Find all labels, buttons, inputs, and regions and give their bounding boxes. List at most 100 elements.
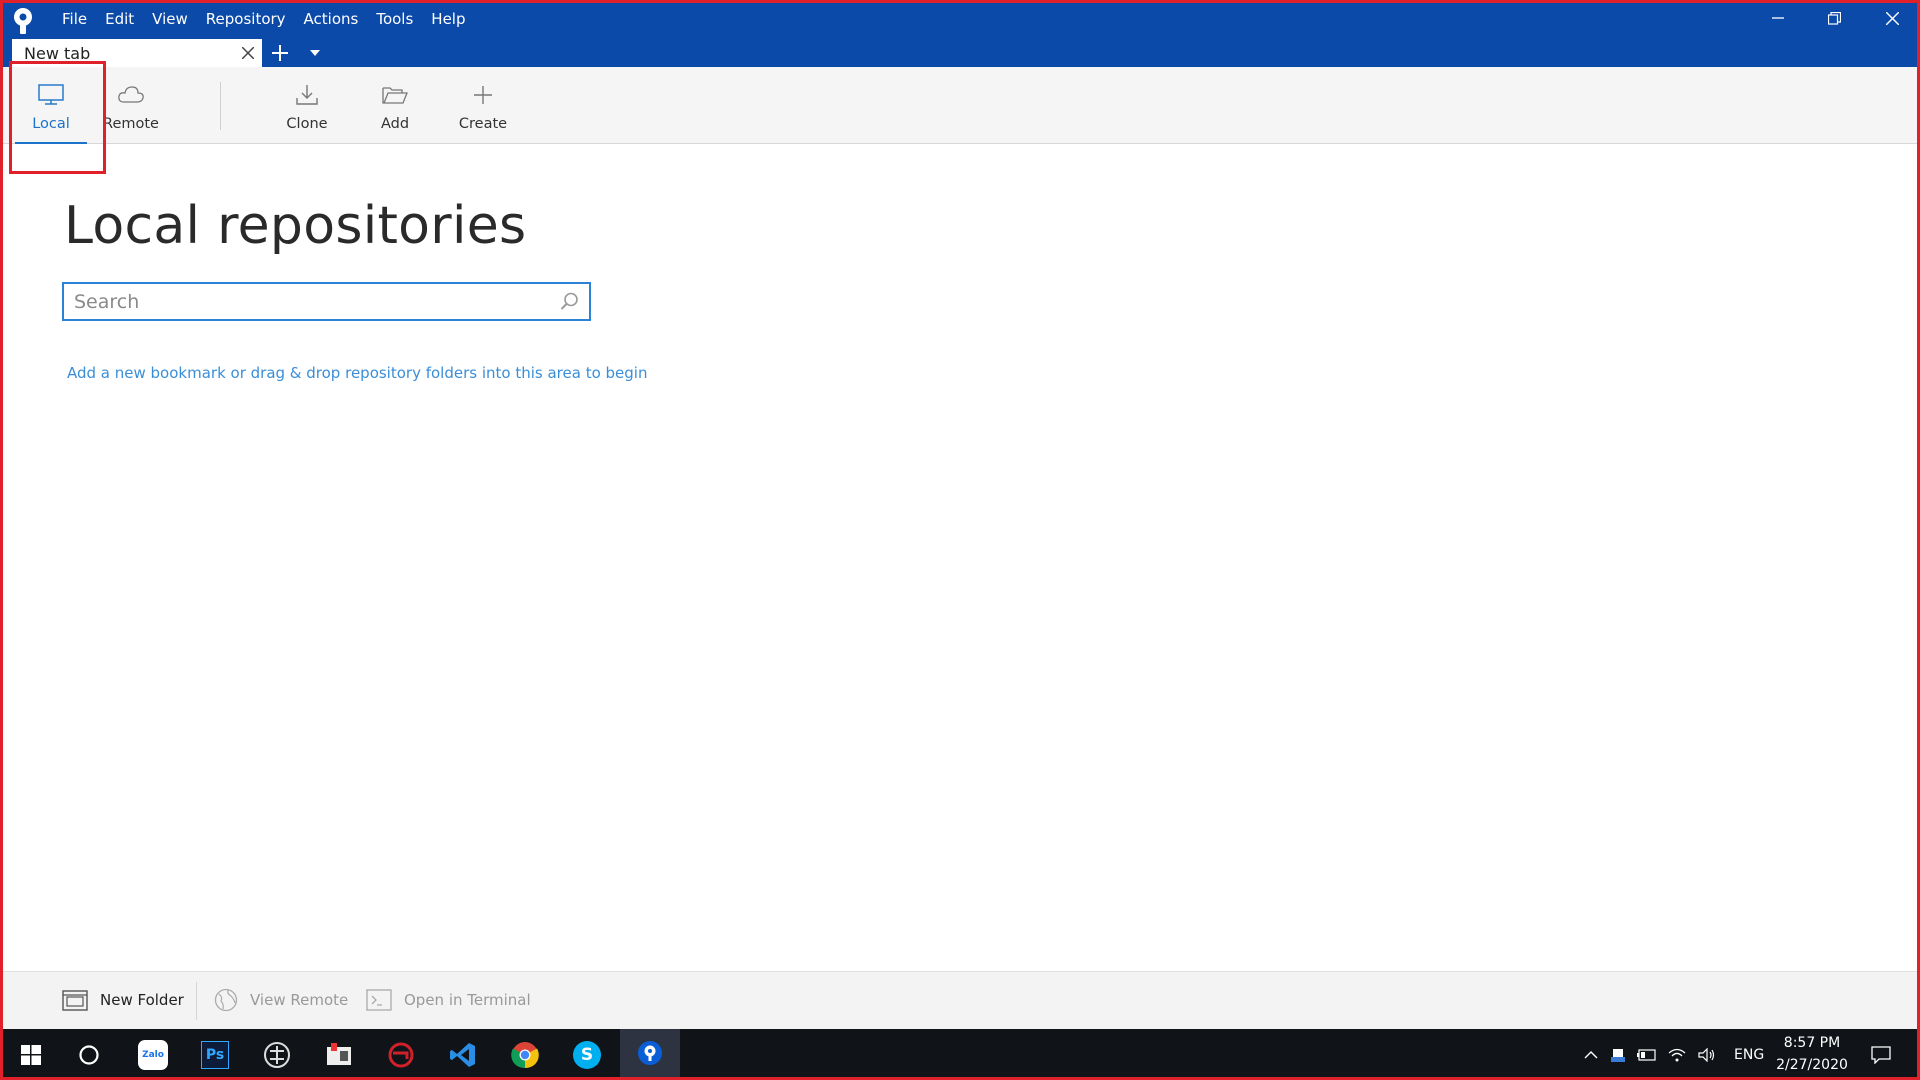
search-icon [560,292,578,310]
language-indicator[interactable]: ENG [1734,1047,1764,1063]
menu-help[interactable]: Help [422,8,474,30]
taskbar-sourcetree[interactable] [620,1029,680,1080]
tray-app-button[interactable] [1604,1047,1632,1063]
page-title: Local repositories [64,196,527,256]
chevron-up-icon [1584,1051,1598,1059]
minimize-button[interactable] [1758,6,1798,30]
close-window-button[interactable] [1872,6,1912,30]
menu-view[interactable]: View [143,8,197,30]
new-folder-label: New Folder [100,991,184,1009]
app-icon [264,1041,290,1068]
wifi-icon [1668,1048,1686,1061]
search-box[interactable] [62,282,591,321]
toolbar-divider [220,82,221,130]
cortana-search-icon [79,1044,99,1065]
remote-tab-button[interactable]: Remote [97,67,165,144]
local-tab-button[interactable]: Local [15,67,87,144]
clock-date: 2/27/2020 [1776,1057,1848,1073]
taskbar-skype[interactable]: S [558,1029,616,1080]
plus-icon [474,86,492,104]
search-input[interactable] [74,284,544,319]
cloud-icon [118,86,144,103]
photoshop-icon-text: Ps [205,1046,225,1063]
close-icon [1885,11,1899,25]
sourcetree-icon [638,1041,662,1065]
create-label: Create [458,116,508,132]
restore-icon [1827,11,1841,25]
vscode-icon [450,1042,475,1067]
menu-tools[interactable]: Tools [367,8,422,30]
taskbar-app-1[interactable] [248,1029,306,1080]
sourcetree-logo-icon [14,8,32,34]
clone-label: Clone [286,116,328,132]
menu-repository[interactable]: Repository [197,8,295,30]
battery-icon [1637,1048,1656,1061]
download-icon [296,85,318,105]
action-center-button[interactable] [1853,1029,1909,1080]
tab-new-tab[interactable]: New tab [12,39,262,67]
close-icon [242,47,254,59]
cortana-search-button[interactable] [60,1029,118,1080]
taskbar-chrome[interactable] [496,1029,554,1080]
add-label: Add [380,116,410,132]
title-bar: File Edit View Repository Actions Tools … [0,0,1920,67]
chrome-icon [511,1041,539,1068]
tray-app-icon [1611,1048,1625,1062]
plus-icon [272,45,288,61]
globe-icon [214,988,238,1012]
system-tray: ENG [1578,1029,1764,1080]
tab-menu-button[interactable] [305,45,325,61]
new-folder-icon [62,990,88,1011]
create-button[interactable]: Create [448,67,518,144]
screenshot-border [0,0,1920,1080]
menu-bar: File Edit View Repository Actions Tools … [53,8,475,30]
restore-button[interactable] [1814,6,1854,30]
remote-label: Remote [103,116,159,132]
open-terminal-button[interactable]: Open in Terminal [366,985,531,1015]
terminal-icon [366,989,392,1011]
volume-button[interactable] [1692,1047,1722,1062]
menu-actions[interactable]: Actions [295,8,368,30]
windows-start-icon [21,1044,41,1065]
menu-file[interactable]: File [53,8,96,30]
taskbar-photoshop[interactable]: Ps [186,1029,244,1080]
taskbar-clock[interactable]: 8:57 PM 2/27/2020 [1770,1032,1854,1076]
zalo-icon: Zalo [138,1039,168,1070]
taskbar-vscode[interactable] [434,1029,492,1080]
folder-open-icon [382,87,408,104]
start-button[interactable] [2,1029,60,1080]
taskbar-app-2[interactable] [310,1029,368,1080]
local-label: Local [32,116,70,132]
volume-icon [1698,1047,1715,1062]
notification-icon [1871,1045,1891,1064]
monitor-icon [38,84,64,105]
clone-button[interactable]: Clone [272,67,342,144]
empty-state-hint[interactable]: Add a new bookmark or drag & drop reposi… [67,364,647,382]
windows-taskbar: Zalo Ps S ENG 8:57 PM 2/27/2020 [0,1029,1920,1080]
taskbar-zalo[interactable]: Zalo [124,1029,182,1080]
minimize-icon [1772,17,1784,19]
footer-bar: New Folder View Remote Open in Terminal [0,971,1920,1029]
app-icon [388,1042,414,1067]
tab-label: New tab [24,43,91,63]
view-remote-label: View Remote [250,991,349,1009]
wifi-button[interactable] [1662,1048,1692,1062]
skype-icon-text: S [580,1044,594,1065]
zalo-icon-text: Zalo [142,1049,164,1060]
footer-divider [196,982,197,1020]
tab-close-button[interactable] [234,39,262,67]
view-remote-button[interactable]: View Remote [214,985,348,1015]
battery-button[interactable] [1632,1048,1662,1061]
chevron-down-icon [310,50,320,56]
tray-expand-button[interactable] [1578,1050,1604,1059]
add-button[interactable]: Add [360,67,430,144]
new-folder-button[interactable]: New Folder [62,985,184,1015]
open-terminal-label: Open in Terminal [404,991,531,1009]
photoshop-icon: Ps [201,1040,229,1069]
skype-icon: S [573,1040,601,1069]
menu-edit[interactable]: Edit [96,8,143,30]
add-tab-button[interactable] [268,41,292,65]
app-icon [327,1042,351,1065]
clock-time: 8:57 PM [1783,1035,1841,1051]
taskbar-app-3[interactable] [372,1029,430,1080]
